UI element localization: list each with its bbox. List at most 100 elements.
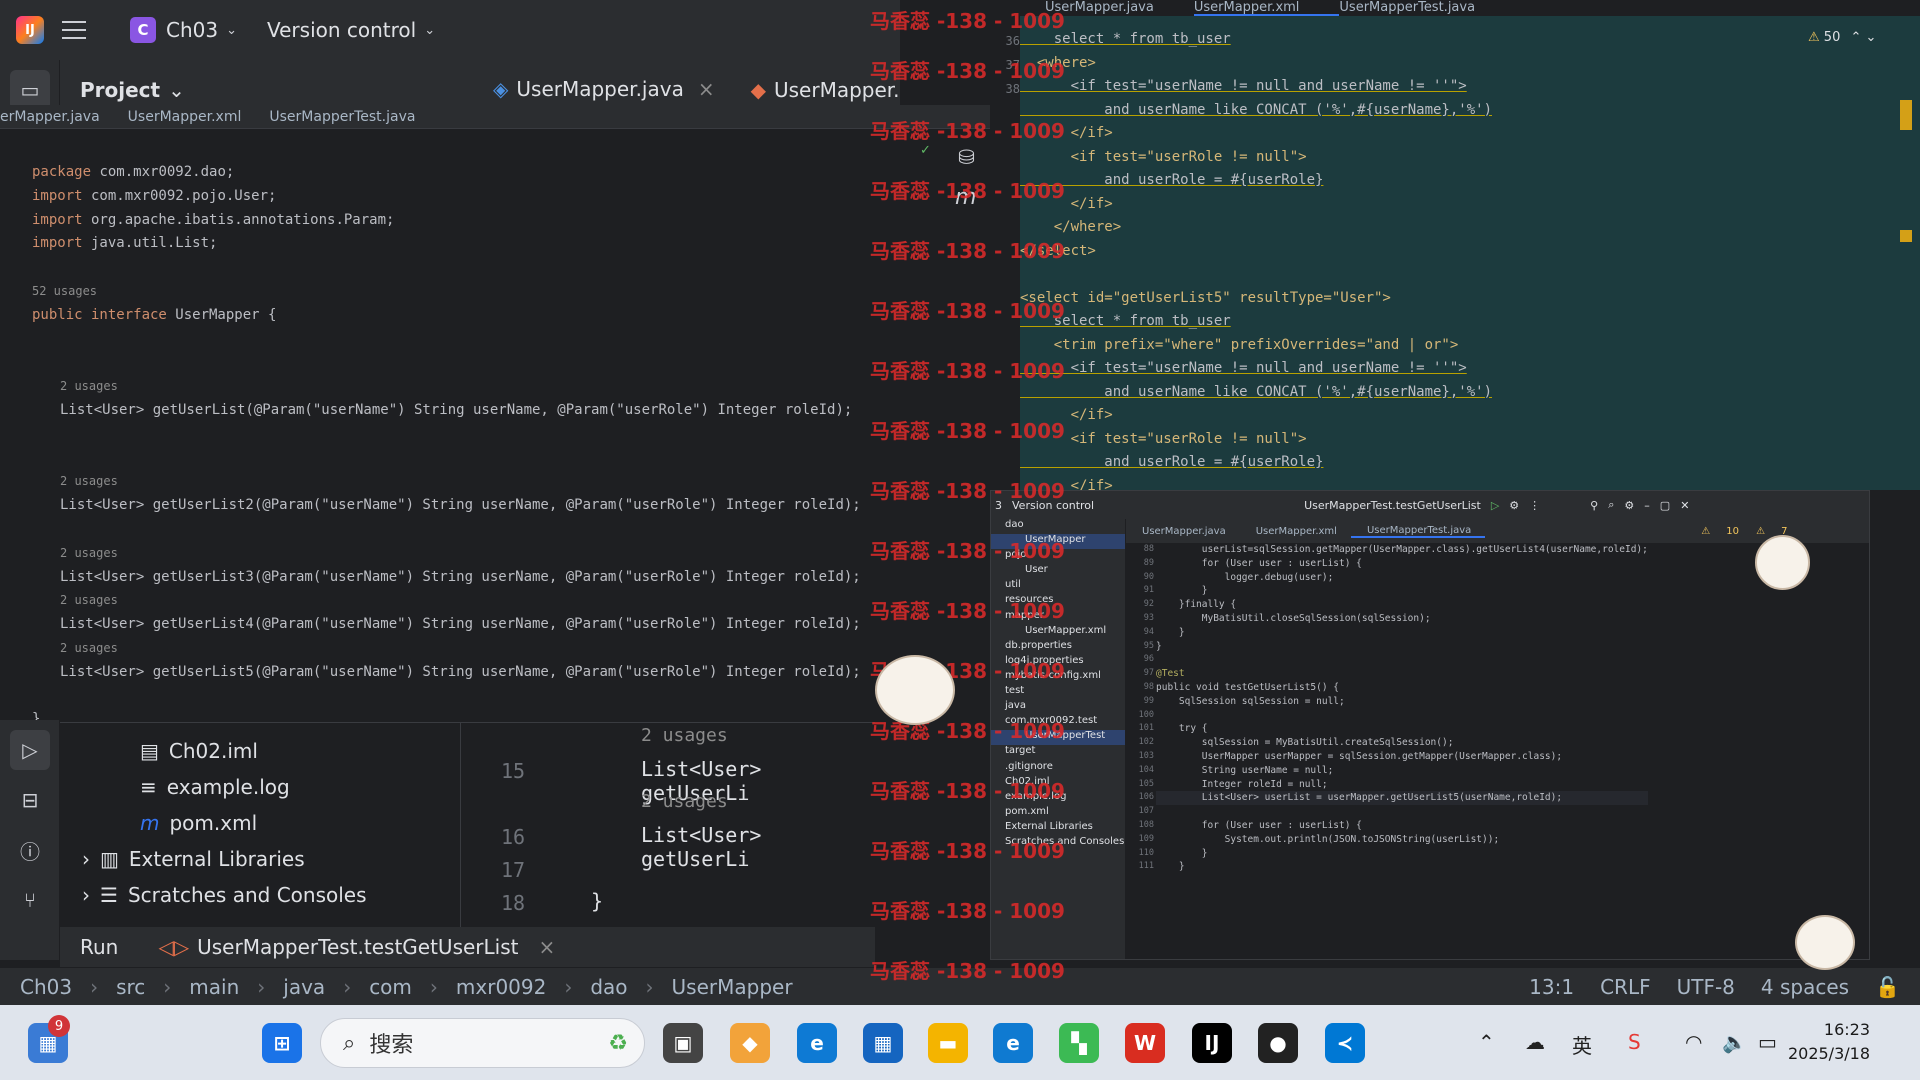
tree-item[interactable]: .gitignore bbox=[991, 761, 1125, 776]
xml-line[interactable]: <if test="userName != null and userName … bbox=[1020, 357, 1492, 381]
breadcrumb-item[interactable]: UserMapper bbox=[672, 975, 793, 999]
code-line[interactable] bbox=[32, 328, 990, 352]
xml-code[interactable]: select * from tb_user <where> <if test="… bbox=[1020, 28, 1492, 490]
secondary-ide-window[interactable]: 3 Version control UserMapperTest.testGet… bbox=[990, 490, 1870, 960]
code-line[interactable]: userList=sqlSession.getMapper(UserMapper… bbox=[1156, 543, 1648, 557]
edge-icon[interactable]: e bbox=[993, 1023, 1033, 1063]
code-line[interactable]: List<User> getUserList2(@Param("userName… bbox=[32, 494, 990, 518]
code-line[interactable]: try { bbox=[1156, 722, 1648, 736]
code-line[interactable]: logger.debug(user); bbox=[1156, 571, 1648, 585]
profile-icon[interactable]: ⚲ bbox=[1590, 499, 1598, 512]
code-line[interactable]: for (User user : userList) { bbox=[1156, 819, 1648, 833]
breadcrumb-item[interactable]: dao bbox=[590, 975, 627, 999]
search-icon[interactable]: ⌕ bbox=[1608, 498, 1614, 512]
breadcrumb-item[interactable]: src bbox=[116, 975, 145, 999]
xml-line[interactable]: select * from tb_user bbox=[1020, 310, 1492, 334]
cloud-icon[interactable]: ☁ bbox=[1525, 1030, 1545, 1054]
code-line[interactable]: List<User> getUserList5(@Param("userName… bbox=[32, 661, 990, 685]
code-line[interactable]: import java.util.List; bbox=[32, 232, 990, 256]
code-line[interactable]: 2 usages bbox=[32, 375, 990, 399]
tab-inner[interactable]: UserMapper.java bbox=[1126, 526, 1240, 537]
minimize-icon[interactable]: – bbox=[1644, 499, 1650, 512]
tree-item[interactable]: pom.xml bbox=[991, 806, 1125, 821]
tree-item[interactable]: target bbox=[991, 745, 1125, 760]
code-line[interactable]: } bbox=[1156, 847, 1648, 861]
line-separator[interactable]: CRLF bbox=[1600, 975, 1651, 999]
code-line[interactable]: 2 usages bbox=[32, 589, 990, 613]
database-icon[interactable]: ⛁ bbox=[958, 145, 975, 169]
xml-line[interactable] bbox=[1020, 263, 1492, 287]
code-line[interactable] bbox=[32, 518, 990, 542]
java-code[interactable]: package com.mxr0092.dao; import com.mxr00… bbox=[0, 129, 990, 720]
run-icon[interactable]: ▷ bbox=[1491, 499, 1499, 512]
vcs-widget[interactable]: Version control bbox=[267, 18, 416, 42]
code-line[interactable]: 52 usages bbox=[32, 280, 990, 304]
code-line[interactable]: System.out.println(JSON.toJSONString(use… bbox=[1156, 833, 1648, 847]
code-line[interactable]: List<User> userList = userMapper.getUser… bbox=[1156, 791, 1648, 806]
intellij-icon[interactable]: IJ bbox=[1192, 1023, 1232, 1063]
tab-inner[interactable]: erMapper.java bbox=[0, 105, 128, 128]
xml-line[interactable]: <where> bbox=[1020, 52, 1492, 76]
code-line[interactable]: } bbox=[1156, 626, 1648, 640]
run-config-small[interactable]: UserMapperTest.testGetUserList bbox=[1304, 499, 1481, 512]
tree-item[interactable]: dao bbox=[991, 519, 1125, 534]
code-line[interactable]: List<User> getUserList3(@Param("userName… bbox=[32, 566, 990, 590]
breadcrumb-item[interactable]: com bbox=[369, 975, 412, 999]
taskbar-search[interactable]: ⌕ 搜索 ♻ bbox=[320, 1018, 645, 1068]
code-line[interactable] bbox=[32, 423, 990, 447]
code-line[interactable]: UserMapper userMapper = sqlSession.getMa… bbox=[1156, 750, 1648, 764]
tree-item-scratches[interactable]: › ☰ Scratches and Consoles bbox=[82, 883, 367, 907]
debug-icon[interactable]: ⚙ bbox=[1509, 499, 1519, 512]
app-icon[interactable]: ◆ bbox=[730, 1023, 770, 1063]
store-icon[interactable]: ▦ bbox=[863, 1023, 903, 1063]
folder-icon[interactable]: ▭ bbox=[10, 70, 50, 110]
warning-badge[interactable]: ⚠ 50 ⌃ ⌄ bbox=[1808, 30, 1876, 45]
code-line[interactable]: }finally { bbox=[1156, 598, 1648, 612]
code-line[interactable]: for (User user : userList) { bbox=[1156, 557, 1648, 571]
warning-marker[interactable] bbox=[1900, 230, 1912, 242]
code-line[interactable]: public interface UserMapper { bbox=[32, 304, 990, 328]
antivirus-icon[interactable]: S bbox=[1628, 1030, 1641, 1054]
file-explorer-icon[interactable]: ▬ bbox=[928, 1023, 968, 1063]
code-line[interactable]: String userName = null; bbox=[1156, 764, 1648, 778]
wps-icon[interactable]: W bbox=[1125, 1023, 1165, 1063]
xml-line[interactable]: <if test="userName != null and userName … bbox=[1020, 75, 1492, 99]
tree-item-ch02-iml[interactable]: ▤ Ch02.iml bbox=[140, 739, 258, 763]
code-line[interactable]: Integer roleId = null; bbox=[1156, 778, 1648, 792]
xml-line[interactable]: select * from tb_user bbox=[1020, 28, 1492, 52]
xml-line[interactable]: <select id="getUserList5" resultType="Us… bbox=[1020, 287, 1492, 311]
code-line[interactable]: } bbox=[1156, 584, 1648, 598]
code-line[interactable]: 2 usages bbox=[32, 637, 990, 661]
xml-line[interactable]: and userName like CONCAT ('%',#{userName… bbox=[1020, 381, 1492, 405]
code-line[interactable]: public void testGetUserList5() { bbox=[1156, 681, 1648, 695]
project-name[interactable]: Ch03 bbox=[166, 18, 218, 42]
secondary-code[interactable]: userList=sqlSession.getMapper(UserMapper… bbox=[1156, 543, 1648, 874]
code-line[interactable]: } bbox=[1156, 640, 1648, 654]
tree-item-example-log[interactable]: ≡ example.log bbox=[140, 775, 290, 799]
taskbar-clock[interactable]: 16:23 2025/3/18 bbox=[1788, 1018, 1870, 1066]
project-badge[interactable]: C bbox=[130, 17, 156, 43]
terminal-icon[interactable]: ⊟ bbox=[10, 780, 50, 820]
xml-line[interactable]: </if> bbox=[1020, 404, 1492, 428]
code-line[interactable]: SqlSession sqlSession = null; bbox=[1156, 695, 1648, 709]
file-encoding[interactable]: UTF-8 bbox=[1677, 975, 1735, 999]
app-icon[interactable]: ▚ bbox=[1059, 1023, 1099, 1063]
tray-chevron-icon[interactable]: ⌃ bbox=[1478, 1030, 1495, 1054]
tab-inner[interactable]: UserMapper.xml bbox=[1240, 526, 1351, 537]
lock-icon[interactable]: 🔓 bbox=[1875, 975, 1900, 999]
tab-inner[interactable]: UserMapper.xml bbox=[1193, 0, 1340, 16]
tab-inner[interactable]: UserMapperTest.java bbox=[269, 105, 443, 128]
code-line[interactable]: } bbox=[32, 708, 990, 720]
edge-ai-icon[interactable]: e bbox=[797, 1023, 837, 1063]
close-icon[interactable]: ✕ bbox=[1680, 499, 1689, 512]
code-line[interactable]: List<User> getUserList4(@Param("userName… bbox=[32, 613, 990, 637]
warning-marker[interactable] bbox=[1900, 100, 1912, 130]
xml-line[interactable]: <if test="userRole != null"> bbox=[1020, 428, 1492, 452]
ime-indicator[interactable]: 英 bbox=[1572, 1030, 1592, 1059]
code-fragment[interactable]: 15 16 17 18 2 usages List<User> getUserL… bbox=[460, 723, 875, 927]
intellij-logo-icon[interactable]: IJ bbox=[16, 16, 44, 44]
code-line[interactable]: List<User> getUserList(@Param("userName"… bbox=[32, 399, 990, 423]
code-line[interactable]: import org.apache.ibatis.annotations.Par… bbox=[32, 209, 990, 233]
tab-inner[interactable]: UserMapperTest.java bbox=[1350, 525, 1486, 538]
main-menu-icon[interactable] bbox=[62, 21, 86, 39]
